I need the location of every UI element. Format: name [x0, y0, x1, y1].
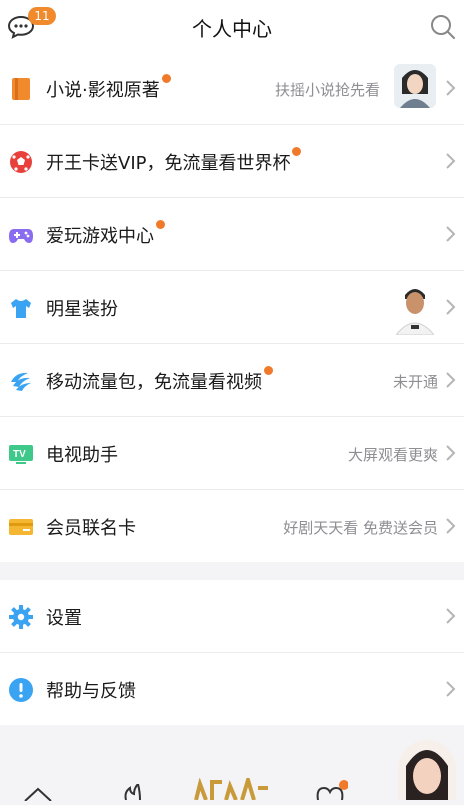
search-button[interactable] [428, 12, 458, 42]
menu-item-label: 帮助与反馈 [46, 681, 136, 702]
menu-item-label: 移动流量包，免流量看视频 [46, 366, 273, 394]
svg-text:TV: TV [13, 449, 26, 460]
promo-logo-icon [194, 773, 268, 801]
menu-item-label: 爱玩游戏中心 [46, 220, 165, 248]
card-icon [9, 519, 33, 535]
menu-item-label: 会员联名卡 [46, 518, 136, 539]
china-mobile-icon [11, 372, 31, 391]
help-icon [9, 678, 33, 702]
chevron-right-icon [446, 518, 456, 534]
tab-hot[interactable] [118, 782, 148, 801]
new-dot [156, 220, 165, 229]
menu-item-label: 小说·影视原著 [46, 74, 171, 102]
tab-featured-logo[interactable] [192, 773, 272, 801]
new-dot [292, 147, 302, 156]
search-icon [431, 15, 455, 39]
page-title: 个人中心 [192, 17, 272, 41]
chevron-right-icon [446, 372, 456, 388]
chevron-right-icon [446, 80, 456, 96]
chevron-right-icon [446, 681, 456, 697]
tv-icon: TV [9, 445, 33, 464]
menu-item-help-feedback[interactable]: 帮助与反馈 [0, 653, 464, 725]
menu-item-vip-card[interactable]: 会员联名卡 好剧天天看 免费送会员 [0, 490, 464, 562]
menu-item-settings[interactable]: 设置 [0, 580, 464, 653]
football-icon [10, 151, 32, 173]
avatar-icon [398, 740, 456, 800]
menu-item-label: 设置 [46, 608, 82, 629]
chevron-right-icon [446, 299, 456, 315]
gear-icon [9, 605, 33, 629]
menu-item-star-dressup[interactable]: 明星装扮 [0, 271, 464, 344]
chevron-right-icon [446, 153, 456, 169]
menu-item-novel[interactable]: 小说·影视原著 扶摇小说抢先看 [0, 52, 464, 125]
star-avatar [392, 281, 438, 335]
new-dot [161, 74, 171, 83]
settings-list: 设置 帮助与反馈 [0, 580, 464, 725]
tab-home[interactable] [22, 786, 54, 802]
promo-avatar [394, 64, 436, 108]
chevron-right-icon [446, 608, 456, 624]
menu-item-mobile-data[interactable]: 移动流量包，免流量看视频 未开通 [0, 344, 464, 417]
menu-item-tv-assistant[interactable]: TV 电视助手 大屏观看更爽 [0, 417, 464, 490]
tab-follow[interactable] [314, 780, 349, 801]
menu-item-subtitle: 未开通 [392, 373, 438, 391]
book-icon [12, 78, 30, 100]
chevron-right-icon [446, 445, 456, 461]
menu-item-subtitle: 好剧天天看 免费送会员 [283, 519, 438, 537]
tab-me-avatar[interactable] [398, 740, 456, 800]
new-dot [264, 366, 273, 375]
menu-item-label: 电视助手 [46, 445, 118, 466]
menu-item-subtitle: 大屏观看更爽 [347, 446, 438, 464]
flame-icon [124, 782, 141, 801]
heart-icon [316, 780, 349, 801]
menu-item-game-center[interactable]: 爱玩游戏中心 [0, 198, 464, 271]
home-icon [24, 787, 52, 802]
menu-item-wangka[interactable]: 开王卡送VIP，免流量看世界杯 [0, 125, 464, 198]
bottom-tab-bar [0, 728, 464, 802]
menu-list: 小说·影视原著 扶摇小说抢先看 开王卡送VIP，免流量看世界杯 爱玩游戏中心 明… [0, 52, 464, 562]
menu-item-label: 明星装扮 [46, 299, 118, 320]
tshirt-icon [11, 299, 31, 318]
menu-item-label: 开王卡送VIP，免流量看世界杯 [46, 147, 302, 175]
top-bar: 11 个人中心 [0, 0, 464, 53]
gamepad-icon [9, 229, 33, 243]
menu-item-subtitle: 扶摇小说抢先看 [274, 81, 380, 99]
chevron-right-icon [446, 226, 456, 242]
